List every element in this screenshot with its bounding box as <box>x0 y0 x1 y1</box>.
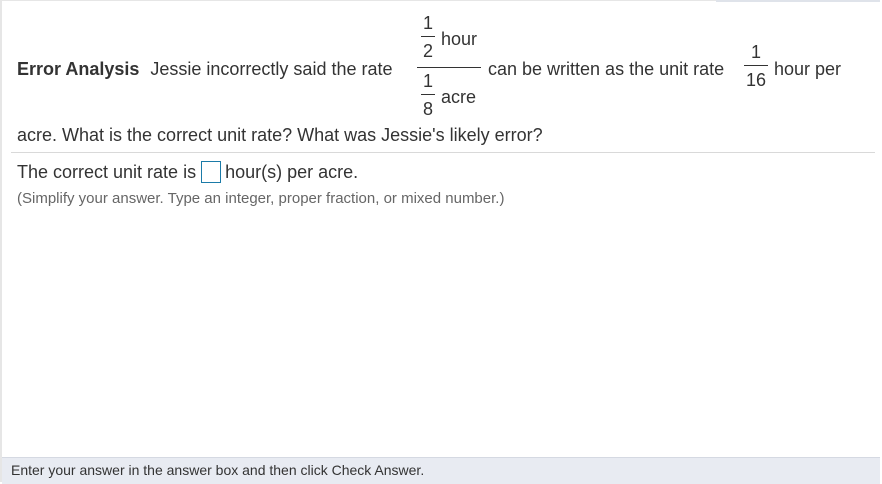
bottom-fraction-numerator: 1 <box>421 71 435 91</box>
unit-rate-denominator: 16 <box>744 69 768 91</box>
answer-input[interactable] <box>201 161 221 183</box>
footer-instruction: Enter your answer in the answer box and … <box>11 462 424 478</box>
footer-instruction-bar: Enter your answer in the answer box and … <box>2 457 880 484</box>
error-analysis-heading: Error Analysis <box>17 59 139 79</box>
question-text-before: Jessie incorrectly said the rate <box>150 59 392 79</box>
unit-rate-fraction: 1 16 <box>744 41 768 91</box>
question-text-middle: can be written as the unit rate <box>488 58 724 80</box>
bottom-fraction-bar <box>421 94 435 95</box>
complex-fraction: 1 2 hour 1 8 acre <box>417 13 481 121</box>
answer-line: The correct unit rate is hour(s) per acre… <box>17 161 358 184</box>
main-fraction-bar <box>417 67 481 68</box>
top-accent-bar <box>716 0 880 2</box>
top-fraction-numerator: 1 <box>421 13 435 33</box>
question-line-2: acre. What is the correct unit rate? Wha… <box>17 124 543 146</box>
top-fraction-denominator: 2 <box>421 41 435 61</box>
question-line-1-start: Error Analysis Jessie incorrectly said th… <box>17 58 393 80</box>
top-fraction-bar <box>421 36 435 37</box>
question-text-after: hour per <box>774 58 841 80</box>
section-divider <box>11 152 875 153</box>
answer-suffix: hour(s) per acre. <box>225 162 358 182</box>
answer-prefix: The correct unit rate is <box>17 162 196 182</box>
bottom-fraction-denominator: 8 <box>421 99 435 119</box>
unit-rate-numerator: 1 <box>744 41 768 63</box>
answer-hint: (Simplify your answer. Type an integer, … <box>17 190 504 207</box>
bottom-unit: acre <box>441 87 476 107</box>
top-unit: hour <box>441 29 477 49</box>
unit-rate-bar <box>744 65 768 66</box>
